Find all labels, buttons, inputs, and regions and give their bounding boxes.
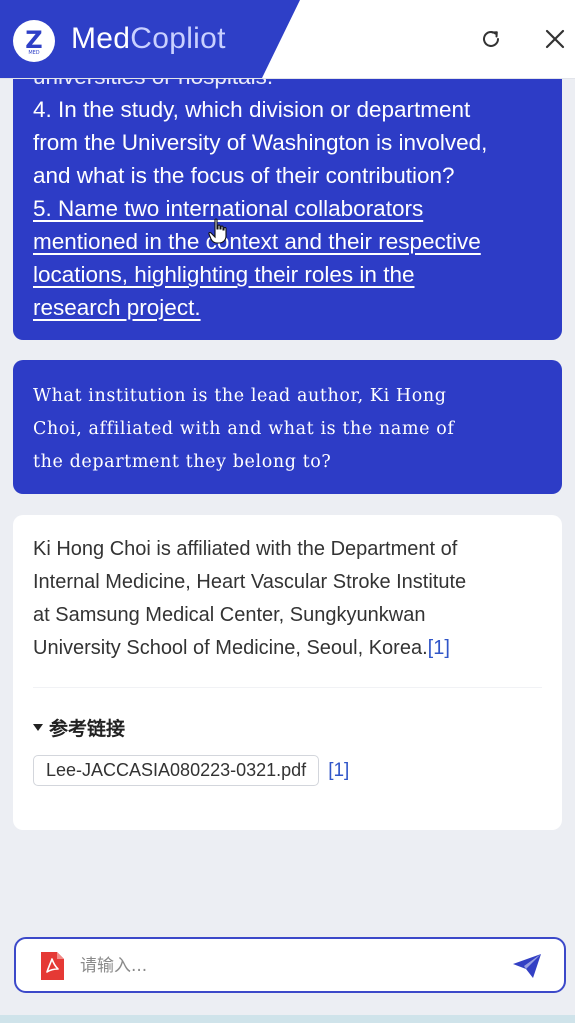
message-line: from the University of Washington is inv…: [33, 130, 488, 155]
message-line: and what is the focus of their contribut…: [33, 163, 455, 188]
brand-banner: Z MED MedCopliot: [0, 0, 300, 78]
message-line-link[interactable]: mentioned in the context and their respe…: [33, 229, 481, 254]
reference-item: Lee-JACCASIA080223-0321.pdf [1]: [33, 755, 542, 786]
answer-line: Ki Hong Choi is affiliated with the Depa…: [33, 538, 458, 560]
hand-cursor-icon: [208, 218, 230, 248]
app-title: MedCopliot: [71, 22, 226, 56]
references-title: 参考链接: [49, 718, 126, 740]
answer-line-text: University School of Medicine, Seoul, Ko…: [33, 637, 428, 659]
message-line: Choi, affiliated with and what is the na…: [33, 419, 455, 439]
citation-link[interactable]: [1]: [428, 637, 450, 659]
message-line: the department they belong to?: [33, 452, 332, 472]
app-header: Z MED MedCopliot: [0, 0, 575, 79]
pdf-icon[interactable]: [38, 951, 66, 985]
caret-down-icon: [33, 724, 43, 731]
logo-subtext: MED: [28, 50, 40, 56]
divider: [33, 687, 542, 688]
chat-area[interactable]: universities or hospitals. 4. In the stu…: [0, 0, 575, 930]
app-title-part1: Med: [71, 22, 131, 55]
send-button[interactable]: [510, 951, 544, 981]
answer-line-last: University School of Medicine, Seoul, Ko…: [33, 632, 542, 665]
message-line: What institution is the lead author, Ki …: [33, 386, 447, 406]
assistant-message-bubble: Ki Hong Choi is affiliated with the Depa…: [13, 515, 562, 830]
message-line-link[interactable]: locations, highlighting their roles in t…: [33, 262, 414, 287]
message-input[interactable]: [78, 947, 502, 985]
logo: Z MED: [13, 20, 55, 62]
message-line: 4. In the study, which division or depar…: [33, 97, 471, 122]
refresh-button[interactable]: [474, 22, 508, 56]
answer-line: Internal Medicine, Heart Vascular Stroke…: [33, 571, 467, 593]
references-toggle[interactable]: 参考链接: [33, 714, 542, 741]
answer-line: at Samsung Medical Center, Sungkyunkwan: [33, 604, 426, 626]
refresh-icon: [483, 30, 499, 47]
reference-number[interactable]: [1]: [328, 760, 349, 782]
user-message-bubble: What institution is the lead author, Ki …: [13, 360, 562, 494]
message-line-link[interactable]: research project.: [33, 295, 201, 320]
close-icon: [545, 29, 565, 49]
close-button[interactable]: [538, 22, 572, 56]
chat-input-bar: [14, 937, 566, 993]
message-body: 4. In the study, which division or depar…: [33, 93, 487, 324]
app-title-part2: Copliot: [130, 22, 226, 55]
reference-file-chip[interactable]: Lee-JACCASIA080223-0321.pdf: [33, 755, 320, 786]
window-bottom-edge: [0, 1015, 575, 1023]
send-icon: [513, 954, 541, 978]
medcopilot-window: universities or hospitals. 4. In the stu…: [0, 0, 575, 1023]
